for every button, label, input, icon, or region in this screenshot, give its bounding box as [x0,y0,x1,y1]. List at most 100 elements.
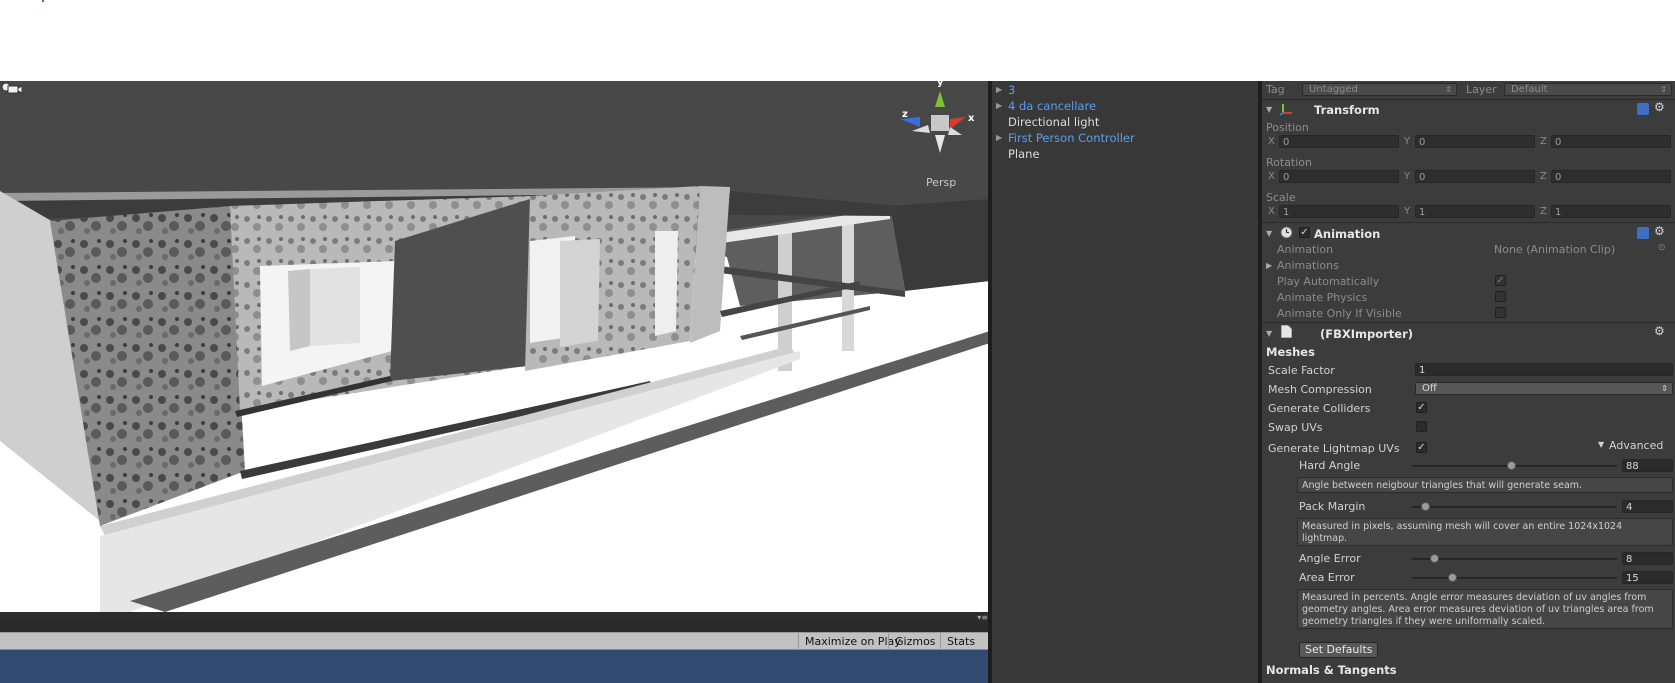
object-picker-icon[interactable]: ⊙ [1658,243,1666,253]
hard-angle-help: Angle between neigbour triangles that wi… [1297,477,1673,493]
rotation-y-field[interactable]: 0 [1415,170,1535,183]
foldout-arrow-icon[interactable]: ▶ [1266,261,1272,270]
dropdown-chevron-icon: ⇕ [1445,85,1452,94]
angle-error-field[interactable]: 8 [1622,552,1673,565]
hierarchy-item[interactable]: ▶ 4 da cancellare [992,98,1260,114]
pack-margin-field[interactable]: 4 [1622,500,1673,513]
help-icon[interactable] [1637,227,1649,239]
unity-editor: y x z Persp ▾≡ Maximize on Play Gizmos S… [0,0,1675,683]
gear-icon[interactable]: ⚙ [1654,100,1665,114]
angle-error-slider-thumb[interactable] [1429,554,1439,563]
gizmos-toggle[interactable]: Gizmos [888,633,942,650]
separator [1262,222,1675,223]
hierarchy-item[interactable]: ▶ First Person Controller [992,130,1260,146]
area-error-slider-track[interactable] [1412,577,1617,579]
mesh-compression-label: Mesh Compression [1268,383,1372,396]
expand-arrow-icon[interactable]: ▶ [996,98,1002,114]
angle-error-slider-track[interactable] [1412,558,1617,560]
tag-dropdown[interactable]: Untagged ⇕ [1302,83,1457,96]
axis-y-label: Y [1404,136,1411,147]
hierarchy-item[interactable]: Directional light [992,114,1260,130]
gear-icon[interactable]: ⚙ [1654,224,1665,238]
swap-uvs-checkbox[interactable] [1416,421,1427,432]
play-automatically-checkbox[interactable]: ✓ [1495,275,1506,286]
axis-y-label: Y [1404,171,1411,182]
hierarchy-item-label: First Person Controller [1008,131,1135,145]
area-error-field[interactable]: 15 [1622,571,1673,584]
position-label: Position [1266,121,1309,134]
animate-physics-checkbox[interactable] [1495,291,1506,302]
hierarchy-item-label: 3 [1008,83,1016,97]
angle-error-label: Angle Error [1299,552,1361,565]
animate-physics-label: Animate Physics [1277,291,1368,304]
stats-toggle[interactable]: Stats [940,633,981,650]
stray-pixel [42,0,44,2]
empty-top-area [0,0,1675,81]
generate-lightmap-uvs-checkbox[interactable]: ✓ [1416,442,1427,453]
rotation-z-field[interactable]: 0 [1551,170,1671,183]
scale-y-field[interactable]: 1 [1415,205,1535,218]
generate-colliders-checkbox[interactable]: ✓ [1416,402,1427,413]
animate-only-if-visible-label: Animate Only If Visible [1277,307,1402,320]
separator [1262,322,1675,323]
gear-icon[interactable]: ⚙ [1654,324,1665,338]
hard-angle-slider-thumb[interactable] [1507,461,1517,470]
hierarchy-item-label: Plane [1008,147,1040,161]
rotation-x-field[interactable]: 0 [1279,170,1399,183]
dropdown-chevron-icon: ⇕ [1661,384,1668,393]
axis-y-label: Y [1404,206,1411,217]
hard-angle-field[interactable]: 88 [1622,459,1673,472]
transform-title: Transform [1314,103,1380,117]
document-icon [1281,325,1292,338]
game-view-toolbar: Maximize on Play Gizmos Stats [0,632,990,650]
meshes-header: Meshes [1266,345,1315,359]
axis-z-label: Z [1540,136,1547,147]
area-error-slider-thumb[interactable] [1448,573,1457,582]
foldout-arrow-icon[interactable]: ▼ [1266,329,1272,338]
scale-factor-field[interactable]: 1 [1415,363,1673,376]
scene-render: y x z [0,81,990,612]
expand-arrow-icon[interactable]: ▶ [996,130,1002,146]
scene-view[interactable]: y x z Persp [0,81,990,612]
scale-z-field[interactable]: 1 [1551,205,1671,218]
animations-label: Animations [1277,259,1339,272]
panel-menu-icon[interactable]: ▾≡ [977,613,988,622]
hierarchy-item[interactable]: ▶ 3 [992,82,1260,98]
rotation-label: Rotation [1266,156,1313,169]
layer-dropdown[interactable]: Default ⇕ [1504,83,1672,96]
foldout-arrow-icon[interactable]: ▼ [1266,105,1272,114]
animate-only-if-visible-checkbox[interactable] [1495,307,1506,318]
gizmo-z-label: z [902,109,908,120]
foldout-arrow-icon[interactable]: ▼ [1266,229,1272,238]
position-y-field[interactable]: 0 [1415,135,1535,148]
advanced-foldout-arrow-icon[interactable]: ▼ [1598,440,1604,449]
layer-label: Layer [1466,83,1497,96]
game-view[interactable] [0,650,990,683]
scale-x-field[interactable]: 1 [1279,205,1399,218]
separator [1262,99,1675,100]
dropdown-chevron-icon: ⇕ [1660,85,1667,94]
animation-enabled-checkbox[interactable]: ✓ [1299,227,1310,238]
projection-label[interactable]: Persp [926,176,956,189]
axis-x-label: X [1268,171,1275,182]
pack-margin-help: Measured in pixels, assuming mesh will c… [1297,518,1673,546]
generate-colliders-label: Generate Colliders [1268,402,1371,415]
pack-margin-slider-track[interactable] [1412,506,1617,508]
advanced-foldout-label[interactable]: Advanced [1609,439,1663,452]
position-z-field[interactable]: 0 [1551,135,1671,148]
camera-icon[interactable] [0,81,22,95]
expand-arrow-icon[interactable]: ▶ [996,82,1002,98]
transform-icon [1280,104,1292,116]
hierarchy-item-label: Directional light [1008,115,1100,129]
animation-clip-field[interactable]: None (Animation Clip) [1494,243,1615,256]
axis-x-label: X [1268,206,1275,217]
help-icon[interactable] [1637,103,1649,115]
importer-title: (FBXImporter) [1320,327,1414,341]
pack-margin-slider-thumb[interactable] [1421,502,1431,511]
hard-angle-label: Hard Angle [1299,459,1361,472]
position-x-field[interactable]: 0 [1279,135,1399,148]
inspector-panel: Tag Untagged ⇕ Layer Default ⇕ ▼ Transform… [1262,81,1675,683]
set-defaults-button[interactable]: Set Defaults [1299,642,1379,658]
hierarchy-item[interactable]: Plane [992,146,1260,162]
mesh-compression-dropdown[interactable]: Off ⇕ [1415,382,1673,395]
